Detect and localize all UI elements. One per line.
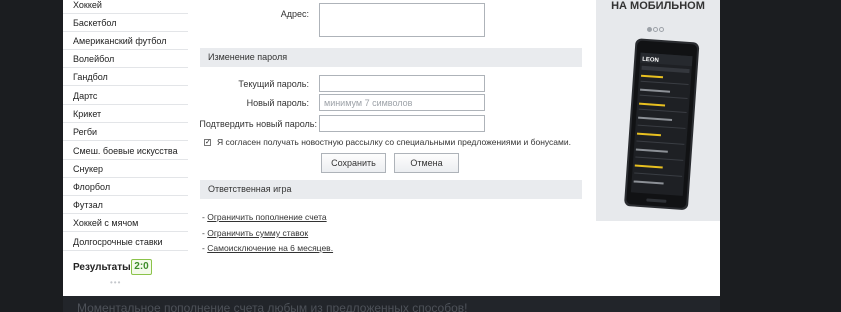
- phone-app-logo: LEON: [642, 57, 659, 64]
- new-password-label: Новый пароль:: [246, 98, 309, 108]
- cancel-button[interactable]: Отмена: [394, 153, 459, 173]
- self-exclusion-link[interactable]: Самоисключение на 6 месяцев.: [207, 243, 333, 253]
- limit-deposit-link[interactable]: Ограничить пополнение счета: [207, 212, 326, 222]
- new-password-field[interactable]: [319, 94, 485, 111]
- responsible-gaming-header: Ответственная игра: [200, 180, 582, 199]
- newsletter-checkbox[interactable]: ✓: [204, 139, 211, 146]
- results-count-badge[interactable]: 2:0: [131, 259, 152, 275]
- promo-footer-text: Моментальное пополнение счета любым из п…: [77, 301, 468, 312]
- sidebar-item-hockey[interactable]: Хоккей: [63, 0, 188, 14]
- promo-footer: Моментальное пополнение счета любым из п…: [63, 296, 720, 312]
- sidebar-item-rugby[interactable]: Регби: [63, 123, 188, 141]
- sidebar-item-bandy[interactable]: Хоккей с мячом: [63, 214, 188, 232]
- password-section-header: Изменение пароля: [200, 48, 582, 67]
- current-password-field[interactable]: [319, 75, 485, 92]
- mobile-app-banner[interactable]: НА МОБИЛЬНОМ LEON: [596, 0, 720, 221]
- sidebar-item-futsal[interactable]: Футзал: [63, 196, 188, 214]
- responsible-link-row: - Ограничить сумму ставок: [202, 228, 309, 238]
- phone-illustration: LEON: [624, 38, 700, 210]
- confirm-password-field[interactable]: [319, 115, 485, 132]
- sidebar-item-handball[interactable]: Гандбол: [63, 68, 188, 86]
- sidebar-item-cricket[interactable]: Крикет: [63, 105, 188, 123]
- sidebar-item-darts[interactable]: Дартс: [63, 87, 188, 105]
- save-button[interactable]: Сохранить: [321, 153, 386, 173]
- sidebar-item-american-football[interactable]: Американский футбол: [63, 32, 188, 50]
- sports-sidebar: Хоккей Баскетбол Американский футбол Вол…: [63, 0, 188, 296]
- sidebar-item-mma[interactable]: Смеш. боевые искусства: [63, 142, 188, 160]
- sidebar-item-outrights[interactable]: Долгосрочные ставки: [63, 233, 188, 251]
- sidebar-item-snooker[interactable]: Снукер: [63, 160, 188, 178]
- address-field[interactable]: [319, 3, 485, 37]
- responsible-link-row: - Ограничить пополнение счета: [202, 212, 327, 222]
- address-label: Адрес:: [280, 9, 309, 19]
- sidebar-item-volleyball[interactable]: Волейбол: [63, 50, 188, 68]
- page-content: Хоккей Баскетбол Американский футбол Вол…: [63, 0, 720, 296]
- responsible-link-row: - Самоисключение на 6 месяцев.: [202, 243, 334, 253]
- confirm-password-label: Подтвердить новый пароль:: [199, 119, 317, 129]
- newsletter-label: Я согласен получать новостную рассылку с…: [217, 137, 571, 147]
- sidebar-item-floorball[interactable]: Флорбол: [63, 178, 188, 196]
- sidebar-item-basketball[interactable]: Баскетбол: [63, 14, 188, 32]
- results-label[interactable]: Результаты: [73, 261, 131, 275]
- more-dots-icon: •••: [110, 278, 122, 287]
- current-password-label: Текущий пароль:: [238, 79, 309, 89]
- checkmark-icon: ✓: [205, 139, 211, 146]
- limit-bets-link[interactable]: Ограничить сумму ставок: [207, 228, 308, 238]
